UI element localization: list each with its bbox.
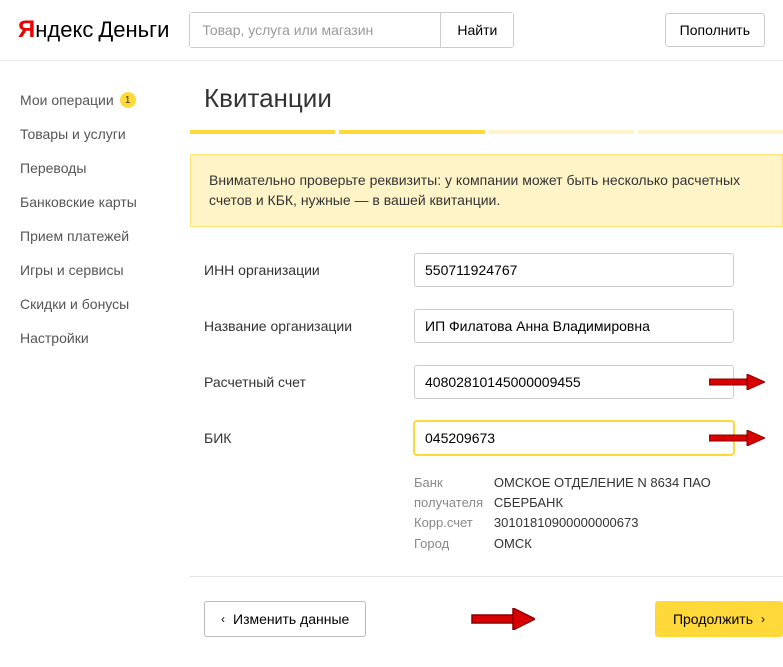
logo-ya-icon: Я [18, 16, 35, 44]
sidebar-item-goods[interactable]: Товары и услуги [20, 117, 180, 151]
logo-money: Деньги [98, 17, 169, 43]
sidebar-item-label: Товары и услуги [20, 126, 126, 142]
chevron-left-icon: ‹ [221, 612, 225, 626]
sidebar-item-label: Переводы [20, 160, 86, 176]
sidebar-item-label: Прием платежей [20, 228, 129, 244]
sidebar-item-label: Мои операции [20, 92, 114, 108]
field-label-org: Название организации [204, 318, 414, 334]
progress-step-4 [638, 130, 783, 134]
sidebar-item-transfers[interactable]: Переводы [20, 151, 180, 185]
sidebar-item-label: Игры и сервисы [20, 262, 124, 278]
field-label-bik: БИК [204, 430, 414, 446]
badge-count: 1 [120, 92, 136, 108]
sidebar-item-cards[interactable]: Банковские карты [20, 185, 180, 219]
arrow-annotation-icon [709, 374, 765, 390]
field-account: Расчетный счет [204, 365, 783, 399]
bank-value-corr: 30101810900000000673 [494, 513, 783, 533]
sidebar-item-payments[interactable]: Прием платежей [20, 219, 180, 253]
search-input[interactable] [190, 13, 440, 47]
field-label-inn: ИНН организации [204, 262, 414, 278]
field-label-account: Расчетный счет [204, 374, 414, 390]
sidebar-item-label: Настройки [20, 330, 89, 346]
bank-value-city: ОМСК [494, 534, 783, 554]
logo[interactable]: Яндекс Деньги [18, 16, 169, 44]
continue-button-label: Продолжить [673, 611, 753, 627]
sidebar: Мои операции 1 Товары и услуги Переводы … [0, 61, 180, 667]
search-button[interactable]: Найти [440, 13, 513, 47]
header: Яндекс Деньги Найти Пополнить [0, 0, 783, 61]
sidebar-item-settings[interactable]: Настройки [20, 321, 180, 355]
back-button-label: Изменить данные [233, 611, 349, 627]
form: ИНН организации Название организации Рас… [190, 253, 783, 455]
field-org-name: Название организации [204, 309, 783, 343]
bik-input[interactable] [414, 421, 734, 455]
actions-row: ‹ Изменить данные Продолжить › [190, 601, 783, 637]
sidebar-item-label: Скидки и бонусы [20, 296, 129, 312]
bank-value-name: ОМСКОЕ ОТДЕЛЕНИЕ N 8634 ПАО СБЕРБАНК [494, 473, 783, 513]
inn-input[interactable] [414, 253, 734, 287]
search-group: Найти [189, 12, 514, 48]
progress-bar [190, 130, 783, 134]
arrow-annotation-icon [471, 608, 535, 630]
topup-button[interactable]: Пополнить [665, 13, 765, 47]
bank-info: Банк получателя Корр.счет Город ОМСКОЕ О… [190, 473, 783, 554]
progress-step-3 [489, 130, 634, 134]
separator [190, 576, 783, 577]
bank-label-corr: Корр.счет [414, 513, 494, 533]
logo-text: ндекс [35, 17, 93, 43]
sidebar-item-games[interactable]: Игры и сервисы [20, 253, 180, 287]
field-inn: ИНН организации [204, 253, 783, 287]
progress-step-2 [339, 130, 484, 134]
page-title: Квитанции [190, 83, 783, 114]
back-button[interactable]: ‹ Изменить данные [204, 601, 366, 637]
sidebar-item-discounts[interactable]: Скидки и бонусы [20, 287, 180, 321]
account-input[interactable] [414, 365, 734, 399]
main-content: Квитанции Внимательно проверьте реквизит… [180, 61, 783, 667]
bank-label-name: Банк получателя [414, 473, 494, 513]
sidebar-item-label: Банковские карты [20, 194, 137, 210]
org-name-input[interactable] [414, 309, 734, 343]
chevron-right-icon: › [761, 612, 765, 626]
continue-button[interactable]: Продолжить › [655, 601, 783, 637]
progress-step-1 [190, 130, 335, 134]
arrow-annotation-icon [709, 430, 765, 446]
notice-banner: Внимательно проверьте реквизиты: у компа… [190, 154, 783, 227]
sidebar-item-operations[interactable]: Мои операции 1 [20, 83, 180, 117]
field-bik: БИК [204, 421, 783, 455]
bank-label-city: Город [414, 534, 494, 554]
